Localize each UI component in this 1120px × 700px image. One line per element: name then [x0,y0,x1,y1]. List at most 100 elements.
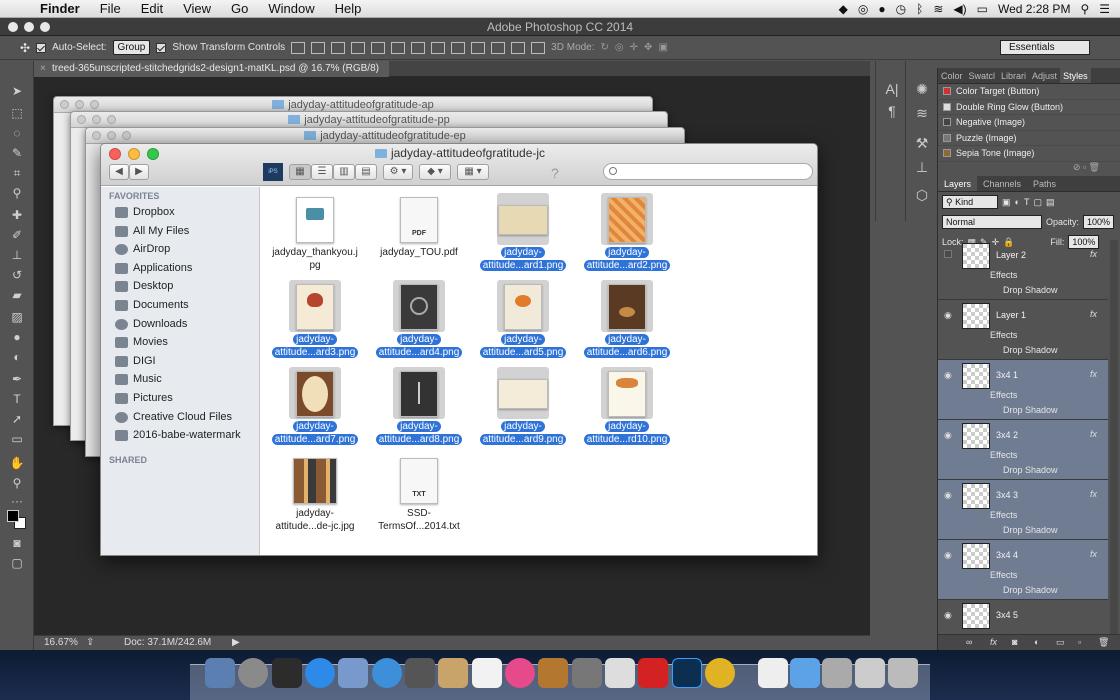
volume-icon[interactable]: ◀) [953,2,966,16]
sidebar-item-desktop[interactable]: Desktop [101,277,259,296]
window-controls[interactable] [8,22,50,32]
finder-window[interactable]: jadyday-attitudeofgratitude-jc ◀ ▶ iPS ▦… [100,143,818,556]
status-menu-arrow-icon[interactable]: ▶ [232,636,240,650]
distribute-vcenter-icon[interactable] [431,41,446,54]
sidebar-item-movies[interactable]: Movies [101,333,259,352]
safari-dock-icon[interactable] [372,658,402,688]
eye-icon[interactable]: ◉ [944,430,952,441]
minimize-icon[interactable] [92,115,101,124]
menu-window[interactable]: Window [258,1,324,16]
dodge-tool-icon[interactable]: ◐ [8,349,26,365]
layer-kind-filter[interactable]: ⚲ Kind [942,195,998,209]
layers-scrollbar[interactable] [1110,240,1118,634]
distribute-top-icon[interactable] [411,41,426,54]
file-item[interactable]: jadyday-attitude...ard1.png [471,191,575,277]
file-item[interactable]: jadyday-attitude...ard4.png [367,278,471,364]
align-bottom-icon[interactable] [331,41,346,54]
ipsd-icon[interactable]: iPS [263,163,283,181]
layer-name[interactable]: 3x4 4 [996,550,1018,560]
fx-icon[interactable]: fx [1090,429,1097,439]
dropbox-menu-button[interactable]: ◆ ▾ [419,164,451,180]
file-stack-dock-icon[interactable] [822,658,852,688]
system-preferences-dock-icon[interactable] [572,658,602,688]
new-group-icon[interactable]: ▭ [1056,637,1065,648]
layer-row[interactable]: ◉ Layer 1 fx Effects Drop Shadow [938,300,1108,360]
layer-name[interactable]: 3x4 1 [996,370,1018,380]
fx-icon[interactable]: fx [1090,549,1097,559]
quick-select-tool-icon[interactable]: ✎ [8,145,26,161]
layer-row[interactable]: Layer 2 fx Effects Drop Shadow [938,240,1108,300]
3d-panel-icon[interactable]: ⬡ [912,187,932,205]
column-view-button[interactable]: ▥ [333,164,355,180]
move-tool-icon[interactable]: ✣ [20,41,30,55]
share-icon[interactable]: ⇪ [86,636,94,650]
help-icon[interactable]: ? [551,165,559,181]
style-item[interactable]: Color Target (Button) [938,84,1120,100]
file-item[interactable]: jadyday-attitude...ard8.png [367,365,471,451]
show-transform-checkbox[interactable] [156,42,167,53]
sidebar-item-airdrop[interactable]: AirDrop [101,240,259,259]
screen-mode-icon[interactable]: ▢ [8,555,26,571]
align-vcenter-icon[interactable] [311,41,326,54]
trash-dock-icon[interactable] [888,658,918,688]
healing-brush-tool-icon[interactable]: ✚ [8,207,26,223]
layer-row[interactable]: ◉ 3x4 2 fx Effects Drop Shadow [938,420,1108,480]
creative-cloud-icon[interactable]: ◎ [858,2,868,16]
photoshop-dock-icon[interactable] [672,658,702,688]
filter-pixel-icon[interactable]: ▣ [1002,197,1011,208]
icon-view-button[interactable]: ▦ [289,164,311,180]
fx-icon[interactable]: fx [1090,489,1097,499]
tab-paths[interactable]: Paths [1027,176,1062,191]
zoom-level[interactable]: 16.67% [44,636,78,650]
clone-source-icon[interactable]: ⊥ [912,159,932,177]
distribute-bottom-icon[interactable] [451,41,466,54]
facetime-dock-icon[interactable] [405,658,435,688]
minimize-icon[interactable] [107,131,116,140]
more-tools-icon[interactable]: ··· [8,493,26,509]
new-layer-icon[interactable]: ▫ [1078,637,1081,647]
style-item[interactable]: Sepia Tone (Image) [938,146,1120,162]
align-left-icon[interactable] [351,41,366,54]
tab-layers[interactable]: Layers [938,176,978,191]
creative-cloud-dock-icon[interactable] [638,658,668,688]
document-dock-icon[interactable] [758,658,788,688]
style-item[interactable]: Double Ring Glow (Button) [938,100,1120,115]
close-icon[interactable] [77,115,86,124]
file-item[interactable]: jadyday-attitude...ard2.png [575,191,679,277]
textedit-dock-icon[interactable] [605,658,635,688]
gradient-tool-icon[interactable]: ▨ [8,309,26,325]
path-select-tool-icon[interactable]: ➚ [8,411,26,427]
eye-icon[interactable]: ◉ [944,310,952,321]
finder-dock-icon[interactable] [205,658,235,688]
crop-tool-icon[interactable]: ⌗ [8,165,26,181]
filter-smart-icon[interactable]: ▤ [1046,197,1055,208]
file-item[interactable]: jadyday-attitude...ard6.png [575,278,679,364]
history-brush-tool-icon[interactable]: ↺ [8,267,26,283]
file-item[interactable]: jadyday_thankyou.j pg [263,191,367,277]
link-layers-icon[interactable]: ∞ [966,637,972,647]
notifications-icon[interactable]: ☰ [1099,2,1110,16]
sidebar-item-all-my-files[interactable]: All My Files [101,222,259,241]
layer-name[interactable]: Layer 2 [996,250,1026,260]
character-panel-icon[interactable]: A| [882,81,902,99]
layer-row[interactable]: ◉ 3x4 5 [938,600,1108,634]
sidebar-item-music[interactable]: Music [101,370,259,389]
iphoto-dock-icon[interactable] [538,658,568,688]
blend-mode-dropdown[interactable]: Normal [942,215,1042,229]
distribute-hcenter-icon[interactable] [491,41,506,54]
file-item[interactable]: jadyday-attitude...ard7.png [263,365,367,451]
layer-row[interactable]: ◉ 3x4 3 fx Effects Drop Shadow [938,480,1108,540]
tab-swatches[interactable]: Swatcl [966,68,999,83]
eraser-tool-icon[interactable]: ▰ [8,287,26,303]
eye-icon[interactable]: ◉ [944,610,952,621]
file-item[interactable]: jadyday-attitude...ard3.png [263,278,367,364]
sidebar-item-documents[interactable]: Documents [101,296,259,315]
search-icon[interactable]: ⚲ [1080,2,1089,16]
foreground-color-swatch[interactable] [7,510,19,522]
menu-file[interactable]: File [90,1,131,16]
tool-presets-icon[interactable]: ⚒ [912,135,932,153]
preview-dock-icon[interactable] [338,658,368,688]
eyedropper-tool-icon[interactable]: ⚲ [8,185,26,201]
brush-tool-icon[interactable]: ✐ [8,227,26,243]
close-icon[interactable] [92,131,101,140]
